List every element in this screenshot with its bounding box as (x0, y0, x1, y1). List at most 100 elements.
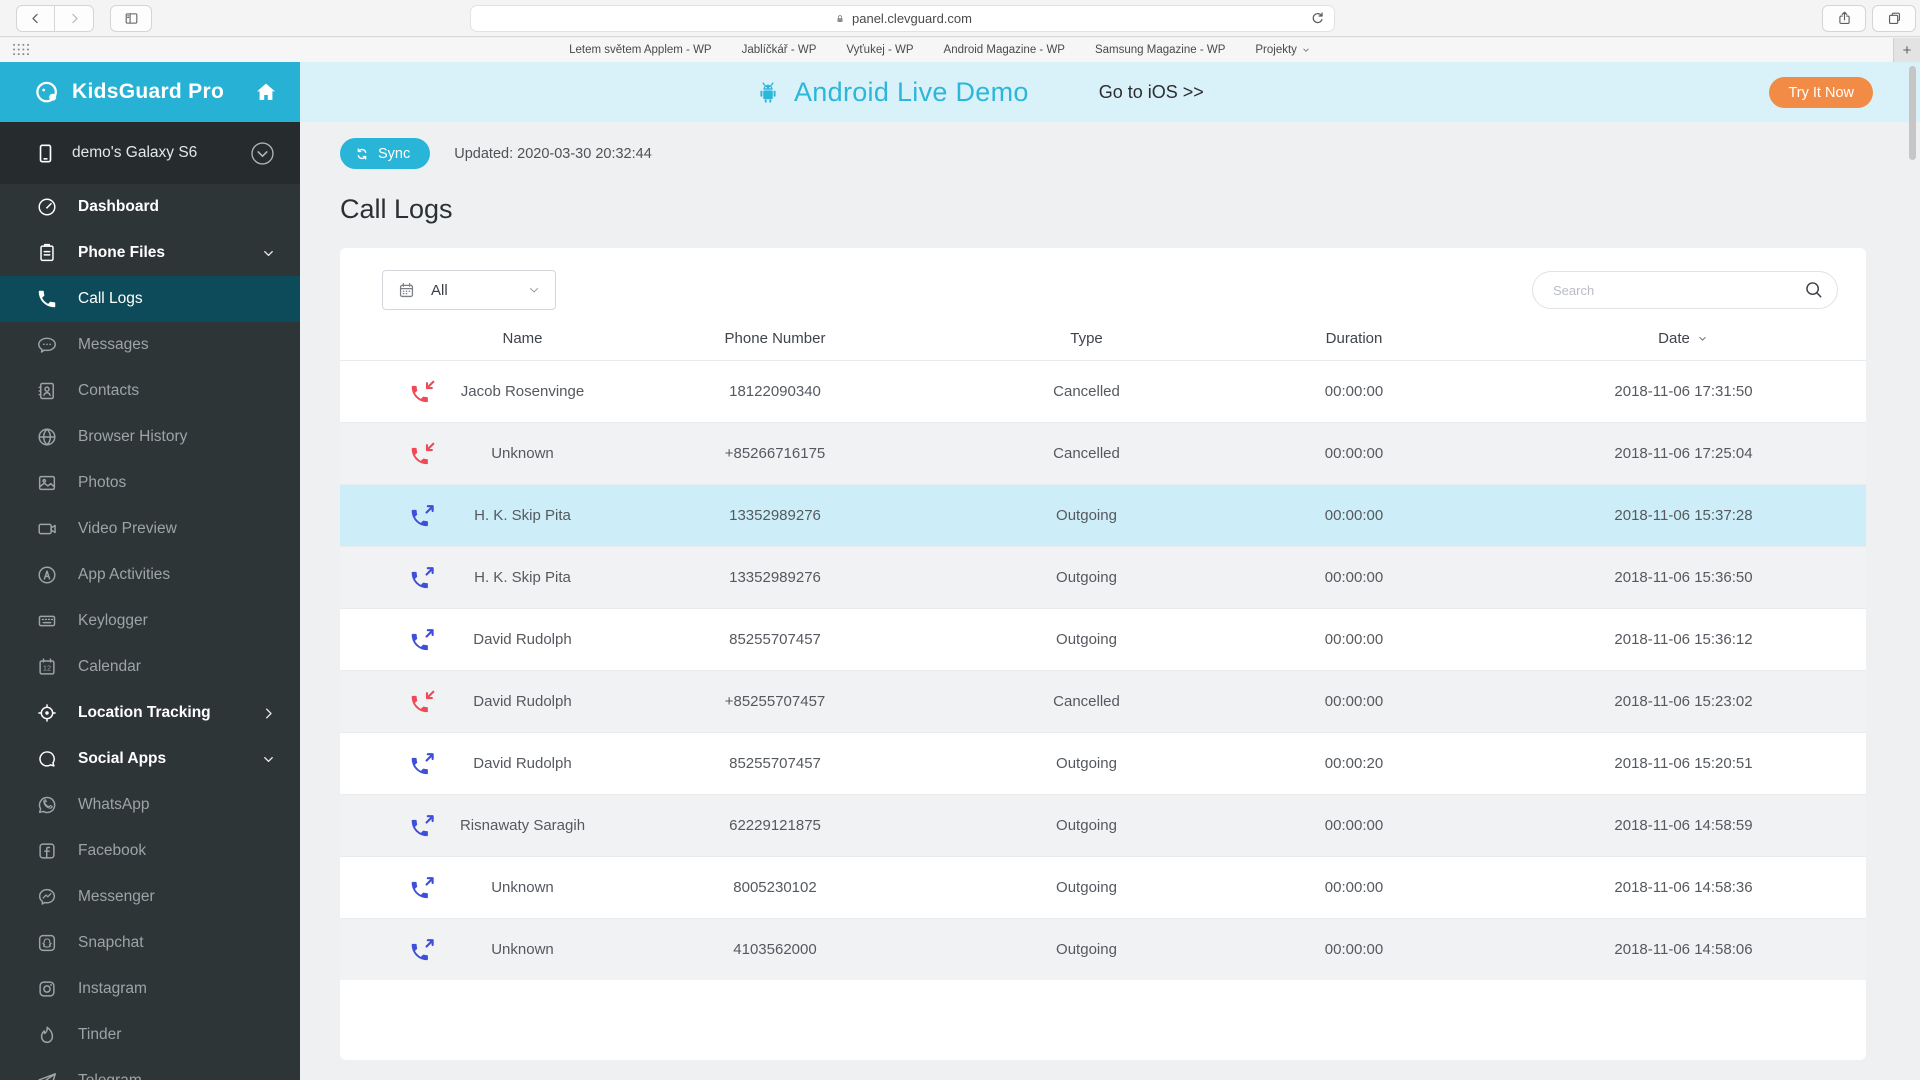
search-icon[interactable] (1803, 279, 1824, 300)
telegram-icon (36, 1070, 58, 1080)
tab-overview-button[interactable] (1872, 5, 1916, 32)
table-row[interactable]: H. K. Skip Pita 13352989276 Outgoing 00:… (340, 546, 1866, 608)
whatsapp-icon (36, 794, 58, 816)
table-row[interactable]: Unknown +85266716175 Cancelled 00:00:00 … (340, 422, 1866, 484)
bookmark-folder-projekty[interactable]: Projekty (1255, 44, 1311, 56)
share-button[interactable] (1822, 5, 1866, 32)
date-filter-dropdown[interactable]: All (382, 270, 556, 310)
reload-icon (1312, 12, 1323, 24)
browser-forward-button[interactable] (55, 5, 94, 32)
sidebar-item-instagram[interactable]: Instagram (0, 966, 300, 1012)
brand-name: KidsGuard Pro (72, 80, 225, 103)
sidebar-item-messages[interactable]: Messages (0, 322, 300, 368)
tinder-icon (36, 1024, 58, 1046)
dashboard-icon (36, 196, 58, 218)
column-header-type: Type (1070, 329, 1103, 347)
instagram-icon (36, 978, 58, 1000)
sidebar-item-snapchat[interactable]: Snapchat (0, 920, 300, 966)
reload-button[interactable] (1309, 10, 1326, 27)
messenger-icon (36, 886, 58, 908)
outgoing-call-icon (409, 936, 436, 963)
sidebar-item-tinder[interactable]: Tinder (0, 1012, 300, 1058)
column-header-date-sort[interactable]: Date (1519, 330, 1866, 347)
video-preview-icon (36, 518, 58, 540)
device-name: demo's Galaxy S6 (72, 144, 198, 161)
goto-ios-link[interactable]: Go to iOS >> (1099, 82, 1204, 103)
sidebar-item-keylogger[interactable]: Keylogger (0, 598, 300, 644)
new-tab-button[interactable]: + (1893, 38, 1920, 62)
location-tracking-icon (36, 702, 58, 724)
lock-icon (837, 14, 843, 22)
cancelled-call-icon (409, 378, 436, 405)
chevron-down-icon (261, 752, 276, 767)
home-button[interactable] (254, 80, 278, 104)
svg-text:12: 12 (43, 664, 51, 673)
address-bar[interactable]: panel.clevguard.com (470, 5, 1335, 32)
app-activities-icon (36, 564, 58, 586)
table-header: Name Phone Number Type Duration Date (340, 316, 1866, 360)
tabs-icon (1888, 12, 1900, 25)
sidebar-item-whatsapp[interactable]: WhatsApp (0, 782, 300, 828)
sidebar-item-call-logs[interactable]: Call Logs (0, 276, 300, 322)
sync-button[interactable]: Sync (340, 138, 431, 169)
bookmark-item[interactable]: Vyťukej - WP (846, 44, 913, 56)
table-row[interactable]: H. K. Skip Pita 13352989276 Outgoing 00:… (340, 484, 1866, 546)
sidebar-item-photos[interactable]: Photos (0, 460, 300, 506)
bookmarks-bar: Letem světem Applem - WP Jablíčkář - WP … (0, 38, 1920, 62)
sidebar-item-location-tracking[interactable]: Location Tracking (0, 690, 300, 736)
last-updated-text: Updated: 2020-03-30 20:32:44 (454, 145, 652, 162)
bookmark-item[interactable]: Android Magazine - WP (944, 44, 1065, 56)
sidebar-item-calendar[interactable]: 12 Calendar (0, 644, 300, 690)
browser-back-button[interactable] (16, 5, 55, 32)
sidebar: KidsGuard Pro demo's Galaxy S6 Dashboard… (0, 62, 300, 1080)
photos-icon (36, 472, 58, 494)
table-row[interactable]: Unknown 8005230102 Outgoing 00:00:00 201… (340, 856, 1866, 918)
bookmark-item[interactable]: Letem světem Applem - WP (569, 44, 712, 56)
sidebar-nav: Dashboard Phone Files Call Logs Messages… (0, 184, 300, 1080)
sidebar-item-dashboard[interactable]: Dashboard (0, 184, 300, 230)
try-it-now-button[interactable]: Try It Now (1769, 77, 1873, 108)
sidebar-item-telegram[interactable]: Telegram (0, 1058, 300, 1080)
sidebar-item-messenger[interactable]: Messenger (0, 874, 300, 920)
window-scrollbar[interactable] (1909, 66, 1916, 160)
sidebar-item-facebook[interactable]: Facebook (0, 828, 300, 874)
device-dropdown-chevron-icon[interactable] (249, 140, 276, 167)
table-row[interactable]: Risnawaty Saragih 62229121875 Outgoing 0… (340, 794, 1866, 856)
sort-chevron-icon (1699, 336, 1706, 341)
logo-bar: KidsGuard Pro (0, 62, 300, 122)
calendar-icon (399, 282, 414, 297)
banner-title: Android Live Demo (794, 76, 1029, 107)
table-row[interactable]: Unknown 4103562000 Outgoing 00:00:00 201… (340, 918, 1866, 980)
search-input[interactable] (1532, 271, 1838, 309)
table-row[interactable]: David Rudolph 85255707457 Outgoing 00:00… (340, 608, 1866, 670)
calendar-icon: 12 (36, 656, 58, 678)
call-logs-card: All Name Phone Number Type Duration Date (340, 248, 1866, 1060)
table-row[interactable]: David Rudolph +85255707457 Cancelled 00:… (340, 670, 1866, 732)
date-filter-value: All (431, 281, 448, 299)
sidebar-item-browser-history[interactable]: Browser History (0, 414, 300, 460)
main-content: Sync Updated: 2020-03-30 20:32:44 Call L… (300, 122, 1920, 1080)
bookmark-item[interactable]: Jablíčkář - WP (742, 44, 817, 56)
outgoing-call-icon (409, 502, 436, 529)
chevron-right-icon (261, 706, 276, 721)
device-selector[interactable]: demo's Galaxy S6 (0, 122, 300, 184)
browser-sidebar-toggle-button[interactable] (110, 5, 152, 32)
sidebar-item-video-preview[interactable]: Video Preview (0, 506, 300, 552)
sidebar-item-social-apps[interactable]: Social Apps (0, 736, 300, 782)
column-header-name: Name (502, 329, 543, 347)
column-header-phone: Phone Number (724, 329, 826, 347)
phone-files-icon (36, 242, 58, 264)
share-icon (1838, 11, 1850, 25)
bookmark-item[interactable]: Samsung Magazine - WP (1095, 44, 1225, 56)
sidebar-item-phone-files[interactable]: Phone Files (0, 230, 300, 276)
page-title: Call Logs (340, 194, 453, 224)
table-row[interactable]: Jacob Rosenvinge 18122090340 Cancelled 0… (340, 360, 1866, 422)
url-text: panel.clevguard.com (852, 11, 972, 26)
call-logs-icon (36, 288, 58, 310)
keylogger-icon (36, 610, 58, 632)
sidebar-item-contacts[interactable]: Contacts (0, 368, 300, 414)
top-banner: Android Live Demo Go to iOS >> Try It No… (300, 62, 1920, 122)
chevron-left-icon (32, 13, 38, 24)
sidebar-item-app-activities[interactable]: App Activities (0, 552, 300, 598)
table-row[interactable]: David Rudolph 85255707457 Outgoing 00:00… (340, 732, 1866, 794)
